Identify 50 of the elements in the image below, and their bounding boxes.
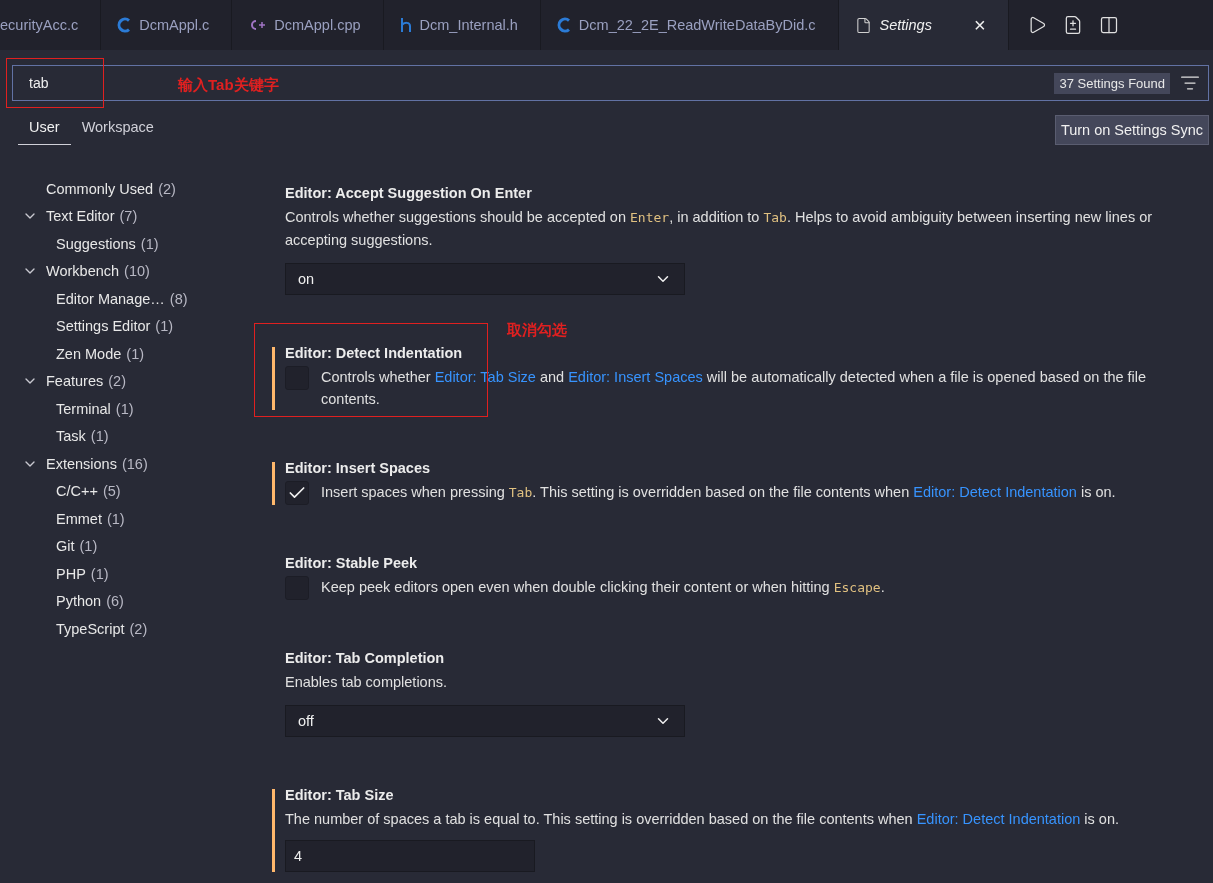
dropdown[interactable]: off — [285, 705, 685, 737]
c-file-icon — [117, 17, 132, 33]
annotation-text: 取消勾选 — [507, 321, 567, 340]
toc-item[interactable]: Text Editor (7) — [22, 202, 262, 230]
setting-title: Editor: Detect Indentation — [285, 345, 464, 361]
setting-link[interactable]: Editor: Detect Indentation — [913, 484, 1077, 500]
toc-item[interactable]: Suggestions (1) — [22, 230, 262, 258]
input-field[interactable]: 4 — [285, 840, 535, 872]
setting-title: Editor: Tab Completion — [285, 650, 446, 666]
toc-item[interactable]: Git (1) — [22, 532, 262, 560]
toc-item[interactable]: Task (1) — [22, 422, 262, 450]
toc-item[interactable]: Python (6) — [22, 587, 262, 615]
setting-title: Editor: Insert Spaces — [285, 460, 432, 476]
toc-item[interactable]: TypeScript (2) — [22, 615, 262, 643]
toc-item[interactable]: Emmet (1) — [22, 505, 262, 533]
file-icon — [854, 16, 872, 34]
toc-item[interactable]: C/C++ (5) — [22, 477, 262, 505]
annotation-text: 输入Tab关键字 — [178, 76, 279, 95]
sync-button[interactable]: Turn on Settings Sync — [1054, 115, 1209, 145]
setting-description: Controls whether suggestions should be accepted on Enter, in addition to Tab. Helps to avoid ambiguity between inserting new lines or accepting suggestions. — [285, 208, 1154, 250]
close-icon[interactable]: × — [973, 13, 986, 37]
split-editor-icon[interactable] — [1098, 15, 1119, 35]
toc-item[interactable]: Settings Editor (1) — [22, 312, 262, 340]
setting-link[interactable]: Editor: Insert Spaces — [568, 369, 703, 385]
toc-item[interactable]: Features (2) — [22, 367, 262, 395]
setting-description: The number of spaces a tab is equal to. This setting is overridden based on the file contents when Editor: Detect Indentation is on. — [285, 810, 1120, 829]
scope-tab[interactable]: Workspace — [70, 113, 165, 145]
h-file-icon — [399, 17, 412, 33]
toc-item[interactable]: Extensions (16) — [22, 450, 262, 478]
scope-tab[interactable]: User — [18, 113, 71, 145]
setting-title: Editor: Accept Suggestion On Enter — [285, 185, 533, 201]
setting-title: Editor: Tab Size — [285, 787, 395, 803]
setting-title: Editor: Stable Peek — [285, 555, 419, 571]
setting-description: Enables tab completions. — [285, 673, 448, 692]
editor-tab[interactable]: ecurityAcc.c — [0, 0, 102, 50]
toc-item[interactable]: Workbench (10) — [22, 257, 262, 285]
cpp-file-icon — [248, 18, 267, 32]
toc-item[interactable]: Editor Manage… (8) — [22, 285, 262, 313]
c-file-icon — [556, 17, 571, 33]
setting-link[interactable]: Editor: Detect Indentation — [916, 811, 1081, 827]
setting-description: Keep peek editors open even when double clicking their content or when hitting Escape. — [321, 578, 885, 597]
toc-item[interactable]: Zen Mode (1) — [22, 340, 262, 368]
dropdown[interactable]: on — [285, 263, 685, 295]
checkbox[interactable] — [285, 481, 309, 505]
result-count: 37 Settings Found — [1054, 72, 1170, 94]
toc-item[interactable]: PHP (1) — [22, 560, 262, 588]
toc-item[interactable]: Terminal (1) — [22, 395, 262, 423]
toc-item[interactable]: Commonly Used (2) — [22, 175, 262, 203]
editor-tab[interactable]: Settings × — [838, 0, 1009, 50]
setting-description: Insert spaces when pressing Tab. This setting is overridden based on the file contents when Editor: Detect Indentation is on. — [321, 483, 1116, 502]
